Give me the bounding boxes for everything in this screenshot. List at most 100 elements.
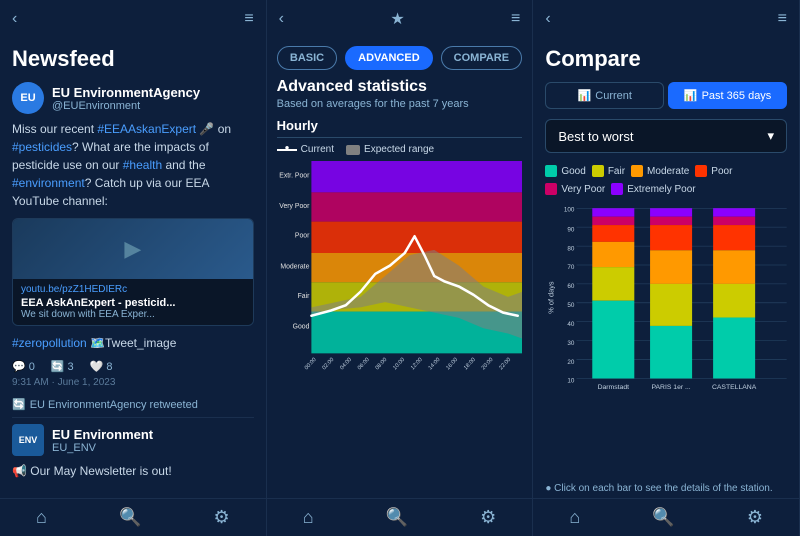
legend-good-box [545, 165, 557, 177]
calendar-icon: 📊 [684, 89, 698, 102]
menu-icon-2[interactable]: ≡ [511, 10, 520, 28]
chevron-down-icon: ▾ [767, 128, 774, 144]
legend-box-icon [346, 145, 360, 155]
bar-paris-good[interactable] [650, 326, 692, 379]
search-nav-1[interactable]: 🔍 [119, 507, 141, 528]
like-count[interactable]: 🤍 8 [90, 360, 113, 373]
bar-cast-ep[interactable] [713, 208, 755, 216]
star-icon[interactable]: ★ [390, 9, 404, 29]
tweet-1-author: EU EU EnvironmentAgency @EUEnvironment [12, 82, 254, 114]
svg-text:20: 20 [568, 359, 576, 366]
tweet-2-author: ENV EU Environment EU_ENV [12, 424, 254, 456]
tab-bar: BASIC ADVANCED COMPARE [267, 38, 533, 78]
view-toggle: 📊 Current 📊 Past 365 days [533, 82, 799, 119]
svg-text:16:00: 16:00 [445, 357, 459, 372]
tab-compare[interactable]: COMPARE [441, 46, 522, 70]
bar-paris-vp[interactable] [650, 217, 692, 225]
svg-text:Very Poor: Very Poor [279, 202, 310, 210]
avatar-2: ENV [12, 424, 44, 456]
bar-cast-mod[interactable] [713, 250, 755, 284]
tab-advanced[interactable]: ADVANCED [345, 46, 433, 70]
svg-text:20:00: 20:00 [480, 357, 494, 372]
comment-count[interactable]: 💬 0 [12, 360, 35, 373]
bar-darmstadt-ep[interactable] [593, 208, 635, 216]
settings-nav-1[interactable]: ⚙ [213, 507, 229, 528]
tweet-1-actions: 💬 0 🔄 3 🤍 8 [12, 360, 254, 373]
retweet-count[interactable]: 🔄 3 [51, 360, 74, 373]
svg-text:70: 70 [568, 264, 576, 271]
compare-chart-svg: % of days 100 90 80 70 60 50 40 30 20 10 [545, 203, 787, 403]
bar-cast-fair[interactable] [713, 284, 755, 318]
advanced-content: Advanced statistics Based on averages fo… [267, 78, 533, 498]
bar-paris-fair[interactable] [650, 284, 692, 326]
chart-legend: Current Expected range [277, 144, 523, 155]
legend-ext-poor-box [611, 183, 623, 195]
aqi-chart: Extr. Poor Very Poor Poor Moderate Fair … [277, 161, 523, 391]
settings-nav-2[interactable]: ⚙ [480, 507, 496, 528]
back-icon[interactable]: ‹ [12, 10, 17, 28]
svg-text:14:00: 14:00 [427, 357, 441, 372]
compare-chart-area: % of days 100 90 80 70 60 50 40 30 20 10 [533, 203, 799, 479]
svg-text:10: 10 [568, 378, 576, 385]
legend-fair-box [592, 165, 604, 177]
menu-icon-3[interactable]: ≡ [778, 10, 787, 28]
legend-moderate: Moderate [631, 165, 689, 177]
bar-darmstadt-fair[interactable] [593, 267, 635, 301]
bar-darmstadt-poor[interactable] [593, 225, 635, 242]
bar-paris-mod[interactable] [650, 250, 692, 284]
compare-topbar: ‹ ≡ [533, 0, 799, 38]
tab-basic[interactable]: BASIC [277, 46, 337, 70]
svg-text:60: 60 [568, 283, 576, 290]
bar-darmstadt-vp[interactable] [593, 217, 635, 225]
advanced-topbar: ‹ ★ ≡ [267, 0, 533, 38]
svg-text:22:00: 22:00 [498, 357, 512, 372]
bar-cast-vp[interactable] [713, 217, 755, 225]
tweet-2-text: 📢 Our May Newsletter is out! Get your mo… [12, 462, 254, 498]
retweet-notice: 🔄 EU EnvironmentAgency retweeted [12, 398, 254, 418]
advanced-bottom-nav: ⌂ 🔍 ⚙ [267, 498, 533, 536]
tweet-1-time: 9:31 AM · June 1, 2023 [12, 377, 254, 388]
settings-nav-3[interactable]: ⚙ [747, 507, 763, 528]
home-nav-1[interactable]: ⌂ [36, 507, 47, 528]
toggle-past365[interactable]: 📊 Past 365 days [668, 82, 787, 109]
author-name-2: EU Environment [52, 427, 153, 442]
svg-text:% of days: % of days [547, 281, 556, 314]
svg-text:Fair: Fair [297, 292, 309, 300]
svg-text:CASTELLANA: CASTELLANA [712, 384, 757, 391]
bar-cast-good[interactable] [713, 318, 755, 379]
compare-panel: ‹ ≡ Compare 📊 Current 📊 Past 365 days Be… [533, 0, 800, 536]
bar-paris-ep[interactable] [650, 208, 692, 216]
section-label: Hourly [277, 118, 523, 138]
bar-cast-poor[interactable] [713, 225, 755, 250]
toggle-current[interactable]: 📊 Current [545, 82, 664, 109]
home-nav-3[interactable]: ⌂ [569, 507, 580, 528]
svg-text:02:00: 02:00 [321, 357, 335, 372]
back-icon-3[interactable]: ‹ [545, 10, 550, 28]
svg-text:04:00: 04:00 [339, 357, 353, 372]
bar-darmstadt-good[interactable] [593, 301, 635, 379]
sort-dropdown[interactable]: Best to worst ▾ [545, 119, 787, 153]
aqi-chart-svg: Extr. Poor Very Poor Poor Moderate Fair … [277, 161, 523, 391]
newsfeed-title: Newsfeed [12, 38, 254, 82]
home-nav-2[interactable]: ⌂ [303, 507, 314, 528]
svg-text:08:00: 08:00 [374, 357, 388, 372]
search-nav-3[interactable]: 🔍 [652, 507, 674, 528]
svg-text:40: 40 [568, 321, 576, 328]
avatar-1: EU [12, 82, 44, 114]
svg-text:Extr. Poor: Extr. Poor [279, 172, 310, 180]
legend-line-icon [277, 149, 297, 151]
tweet-1-footer: #zeropollution 🗺️Tweet_image [12, 334, 254, 352]
legend-expected: Expected range [346, 144, 434, 155]
bar-paris-poor[interactable] [650, 225, 692, 250]
link-desc: We sit down with EEA Exper... [21, 309, 245, 320]
link-title: EEA AskAnExpert - pesticid... [21, 297, 245, 309]
search-nav-2[interactable]: 🔍 [386, 507, 408, 528]
menu-icon[interactable]: ≡ [244, 10, 253, 28]
link-preview-1[interactable]: ▶ youtu.be/pzZ1HEDIERc EEA AskAnExpert -… [12, 218, 254, 326]
legend-poor: Poor [695, 165, 732, 177]
legend-poor-box [695, 165, 707, 177]
back-icon-2[interactable]: ‹ [279, 10, 284, 28]
legend-very-poor: Very Poor [545, 183, 605, 195]
svg-text:06:00: 06:00 [357, 357, 371, 372]
bar-darmstadt-mod[interactable] [593, 242, 635, 267]
